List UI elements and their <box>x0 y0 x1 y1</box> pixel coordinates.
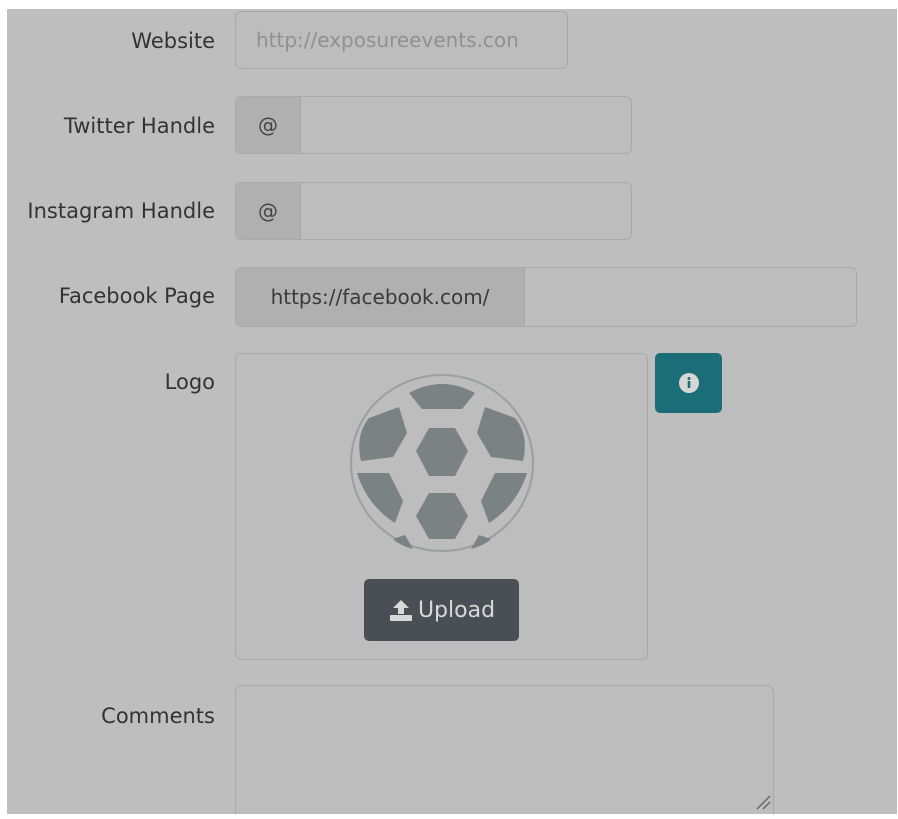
instagram-at-prefix: @ <box>236 183 301 239</box>
organization-form: Website http://exposureevents.con Twitte… <box>7 9 897 814</box>
info-icon <box>678 373 699 393</box>
twitter-handle-input[interactable]: @ <box>235 96 632 154</box>
facebook-page-input[interactable]: https://facebook.com/ <box>235 267 857 327</box>
comments-textarea[interactable] <box>235 685 774 814</box>
resize-handle-icon[interactable] <box>753 792 771 810</box>
upload-icon <box>389 600 412 621</box>
logo-info-button[interactable] <box>655 353 722 413</box>
instagram-handle-label: Instagram Handle <box>27 199 215 223</box>
logo-label: Logo <box>164 370 215 394</box>
upload-button-label: Upload <box>417 597 496 623</box>
comments-label: Comments <box>101 704 215 728</box>
twitter-handle-label: Twitter Handle <box>63 114 215 138</box>
logo-dropzone[interactable]: Upload <box>235 353 648 660</box>
website-input[interactable]: http://exposureevents.con <box>235 11 568 69</box>
facebook-page-label: Facebook Page <box>58 284 215 308</box>
soccer-ball-icon <box>350 374 534 552</box>
instagram-handle-input[interactable]: @ <box>235 182 632 240</box>
website-input-value: http://exposureevents.con <box>256 28 519 52</box>
upload-button[interactable]: Upload <box>364 579 519 641</box>
twitter-at-prefix: @ <box>236 97 301 153</box>
website-label: Website <box>131 29 215 53</box>
facebook-url-prefix: https://facebook.com/ <box>236 268 525 326</box>
